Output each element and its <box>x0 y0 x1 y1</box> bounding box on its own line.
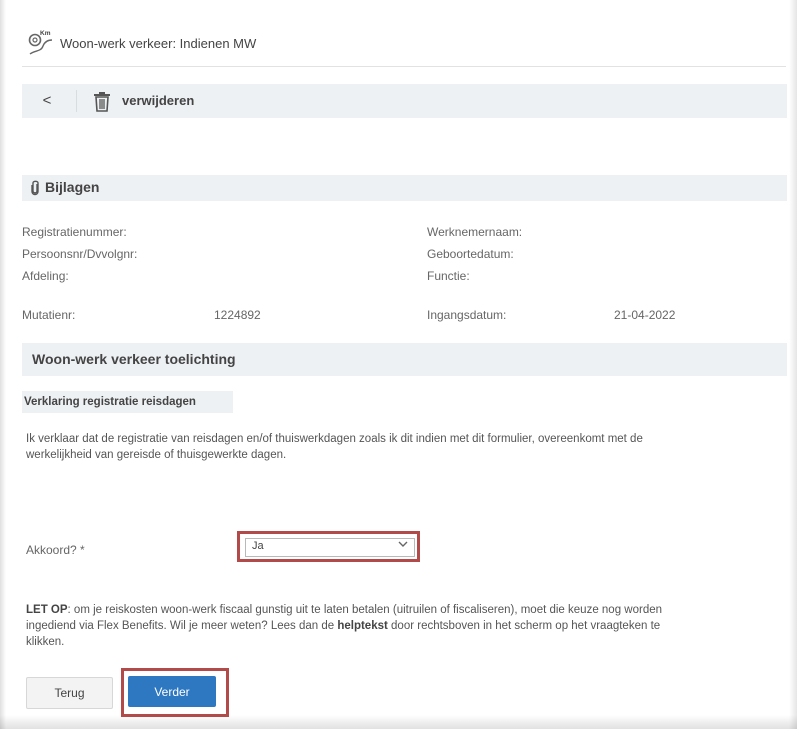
field-label-functie: Functie: <box>427 269 470 283</box>
helptekst-emphasis: helptekst <box>337 620 388 632</box>
paperclip-icon <box>30 180 40 201</box>
note-line-1: LET OP: om je reiskosten woon-werk fisca… <box>26 602 662 618</box>
window-shadow-bottom <box>0 715 797 729</box>
toolbar-separator <box>76 90 77 112</box>
km-distance-icon: Km <box>27 28 55 61</box>
field-label-werknemernaam: Werknemernaam: <box>427 225 523 239</box>
section-title: Woon-werk verkeer toelichting <box>32 351 236 367</box>
header-divider <box>22 66 786 67</box>
field-value-mutatienr: 1224892 <box>214 308 261 322</box>
akkoord-label: Akkoord? * <box>26 543 85 557</box>
svg-text:Km: Km <box>40 30 51 37</box>
window-shadow-left <box>0 0 6 729</box>
window-shadow-right <box>789 0 797 729</box>
tab-verklaring-label[interactable]: Verklaring registratie reisdagen <box>24 396 196 408</box>
highlight-box-button <box>121 668 229 717</box>
field-label-mutatienr: Mutatienr: <box>22 308 76 322</box>
note-line-2: ingediend via Flex Benefits. Wil je meer… <box>26 618 660 634</box>
declaration-line-2: werkelijkheid van gereisde of thuisgewer… <box>26 449 287 461</box>
note-line-3: klikken. <box>26 636 65 648</box>
declaration-line-1: Ik verklaar dat de registratie van reisd… <box>26 433 643 445</box>
field-label-afdeling: Afdeling: <box>22 269 69 283</box>
field-label-ingangsdatum: Ingangsdatum: <box>427 308 507 322</box>
note-line-2-a: ingediend via Flex Benefits. Wil je meer… <box>26 620 338 632</box>
note-line-2-b: door rechtsboven in het scherm op het vr… <box>387 620 661 632</box>
terug-button[interactable]: Terug <box>26 677 113 709</box>
field-value-ingangsdatum: 21-04-2022 <box>614 308 676 322</box>
highlight-box-select <box>237 531 420 562</box>
back-button[interactable]: < <box>40 92 54 109</box>
field-label-registratienummer: Registratienummer: <box>22 225 127 239</box>
note-line-1-text: : om je reiskosten woon-werk fiscaal gun… <box>67 604 663 616</box>
field-label-geboortedatum: Geboortedatum: <box>427 247 514 261</box>
note-prefix: LET OP <box>26 604 68 616</box>
delete-button[interactable]: verwijderen <box>122 93 194 108</box>
field-label-persoonsnr: Persoonsnr/Dvvolgnr: <box>22 247 138 261</box>
attachments-label[interactable]: Bijlagen <box>45 179 99 195</box>
page-title: Woon-werk verkeer: Indienen MW <box>60 36 257 51</box>
trash-icon[interactable] <box>92 91 112 118</box>
attachments-bar[interactable] <box>22 175 787 201</box>
